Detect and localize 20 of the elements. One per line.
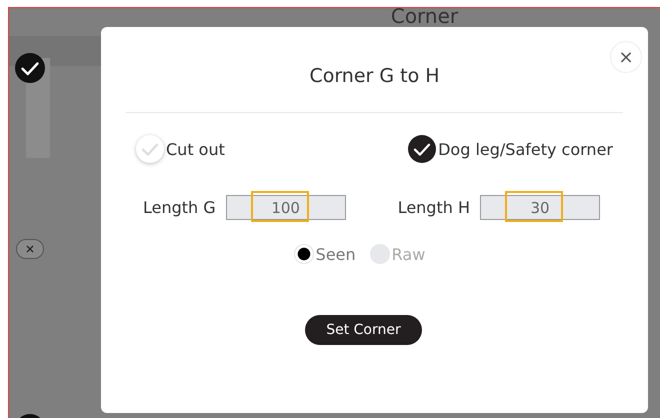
checkbox-option[interactable]: Cut out — [136, 135, 225, 163]
checkbox[interactable] — [136, 135, 164, 163]
set-corner-button[interactable]: Set Corner — [305, 315, 422, 345]
close-button[interactable]: × — [610, 41, 642, 73]
remove-icon[interactable] — [16, 238, 44, 258]
page-heading: Corner — [390, 8, 460, 28]
radio-button[interactable] — [370, 244, 390, 264]
radio-label: Raw — [392, 244, 426, 264]
dialog-title: Corner G to H — [308, 65, 441, 87]
checkbox[interactable] — [408, 135, 436, 163]
length-input[interactable]: 100 — [226, 195, 346, 220]
radio-label: Seen — [316, 244, 356, 264]
checkbox-option[interactable]: Dog leg/Safety corner — [408, 135, 613, 163]
checkbox-label: Dog leg/Safety corner — [438, 140, 613, 158]
field-label: Length H — [398, 198, 470, 217]
field-label: Length G — [143, 198, 216, 217]
radio-button[interactable] — [294, 244, 314, 264]
radio-option[interactable]: Seen — [294, 244, 356, 264]
length-input[interactable]: 30 — [480, 195, 600, 220]
checkbox-label: Cut out — [166, 140, 225, 158]
